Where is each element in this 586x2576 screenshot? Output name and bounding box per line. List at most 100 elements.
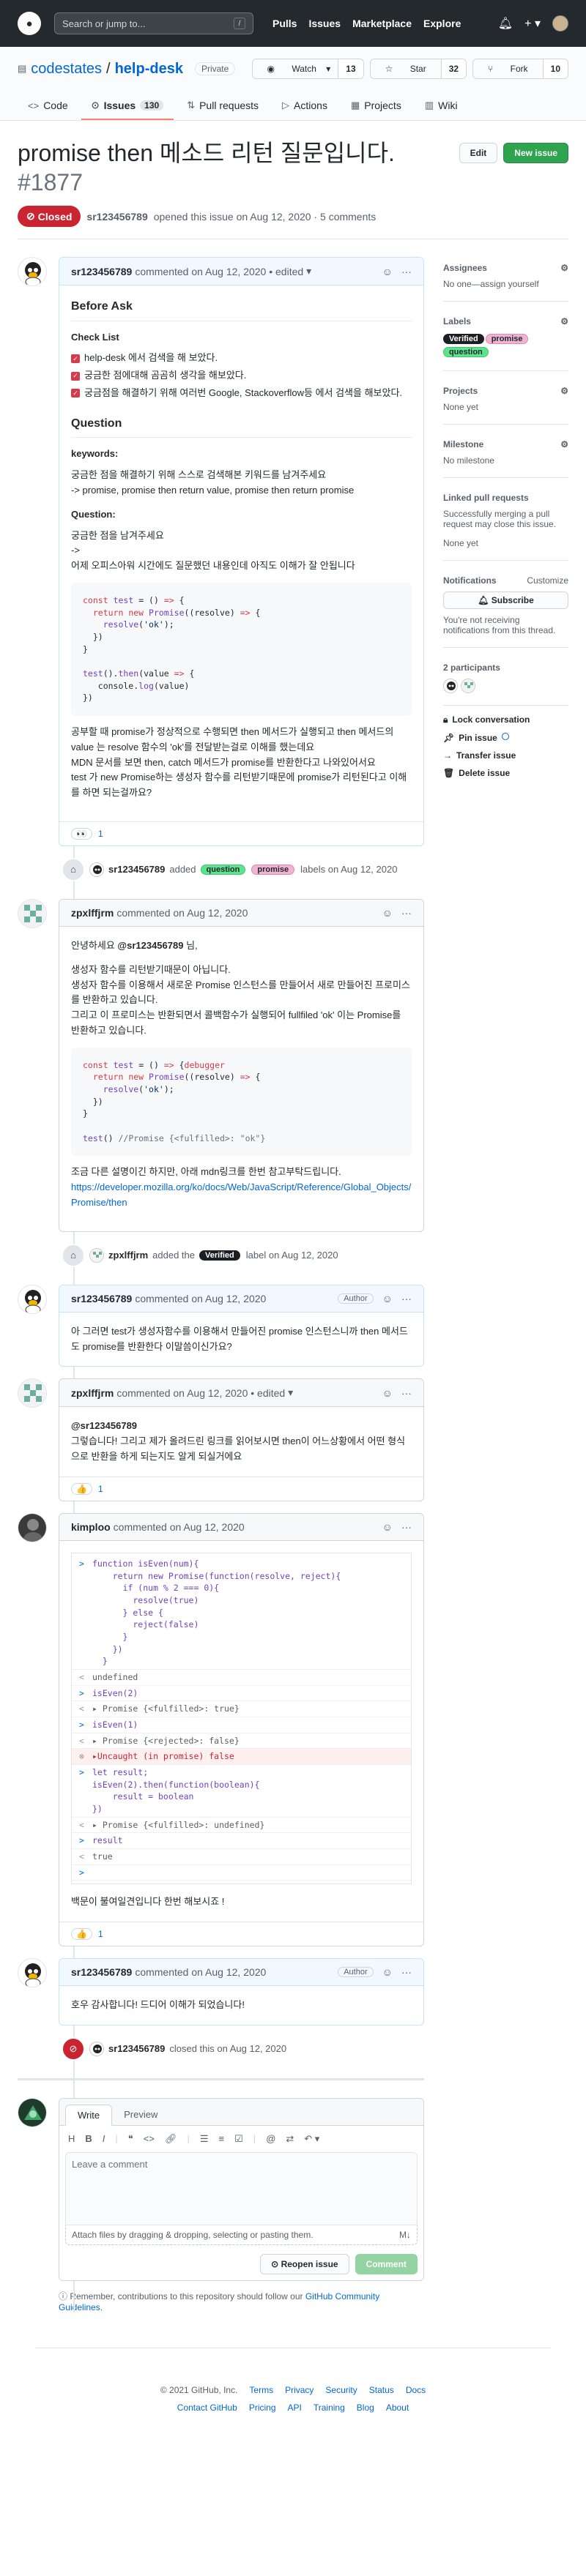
checkbox-checked-icon[interactable]: ✓ (71, 389, 80, 398)
new-issue-button[interactable]: New issue (503, 143, 568, 163)
chevron-down-icon[interactable]: ▾ (288, 1386, 293, 1399)
reference-icon[interactable]: ⇄ (286, 2133, 294, 2145)
watch-button[interactable]: ◉ Watch ▾ 13 (251, 59, 364, 79)
participant-avatar[interactable] (460, 679, 475, 693)
reaction-eyes[interactable]: 👀 (71, 827, 92, 840)
smiley-icon[interactable]: ☺ (382, 1293, 393, 1304)
comment-author[interactable]: kimploo (71, 1521, 111, 1533)
user-avatar[interactable] (552, 15, 568, 31)
avatar[interactable] (89, 862, 104, 877)
quote-icon[interactable]: ❝ (128, 2133, 133, 2145)
kebab-icon[interactable]: ··· (401, 1521, 412, 1533)
repo-owner-link[interactable]: codestates (31, 61, 102, 78)
edit-button[interactable]: Edit (459, 143, 498, 163)
avatar[interactable] (18, 898, 47, 928)
nav-explore[interactable]: Explore (423, 18, 461, 29)
footer-link-about[interactable]: About (386, 2403, 409, 2413)
tab-preview[interactable]: Preview (112, 2105, 169, 2125)
numbered-list-icon[interactable]: ≡ (219, 2133, 225, 2145)
tab-projects[interactable]: ▦ Projects (341, 92, 412, 120)
footer-link-status[interactable]: Status (369, 2385, 394, 2395)
footer-link-api[interactable]: API (288, 2403, 302, 2413)
transfer-issue-link[interactable]: → Transfer issue (443, 750, 568, 761)
tab-actions[interactable]: ▷ Actions (272, 92, 338, 120)
mention-link[interactable]: @sr123456789 (71, 1420, 137, 1431)
kebab-icon[interactable]: ··· (401, 1387, 412, 1399)
tab-code[interactable]: <> Code (18, 92, 78, 120)
label-promise[interactable]: promise (251, 864, 295, 875)
event-actor[interactable]: zpxlffjrm (108, 1250, 148, 1261)
tab-wiki[interactable]: ▥ Wiki (415, 92, 468, 120)
smiley-icon[interactable]: ☺ (382, 1387, 393, 1399)
comment-author[interactable]: zpxlffjrm (71, 1387, 114, 1399)
fork-count[interactable]: 10 (542, 59, 568, 78)
kebab-icon[interactable]: ··· (401, 1293, 412, 1304)
footer-link-training[interactable]: Training (314, 2403, 345, 2413)
gear-icon[interactable]: ⚙ (560, 439, 568, 449)
kebab-icon[interactable]: ··· (401, 1966, 412, 1978)
heading-icon[interactable]: H (68, 2133, 75, 2145)
smiley-icon[interactable]: ☺ (382, 266, 393, 277)
attach-files-area[interactable]: Attach files by dragging & dropping, sel… (65, 2225, 418, 2245)
comment-author[interactable]: sr123456789 (71, 266, 132, 277)
nav-marketplace[interactable]: Marketplace (352, 18, 412, 29)
participant-avatar[interactable] (442, 679, 458, 693)
label-verified[interactable]: Verified (442, 334, 484, 344)
comment-author[interactable]: sr123456789 (71, 1966, 132, 1978)
footer-link-docs[interactable]: Docs (406, 2385, 426, 2395)
search-input[interactable]: Search or jump to... / (54, 12, 253, 34)
label-question[interactable]: question (200, 864, 246, 875)
italic-icon[interactable]: I (103, 2133, 105, 2145)
avatar[interactable] (18, 2097, 47, 2127)
footer-link-pricing[interactable]: Pricing (249, 2403, 276, 2413)
avatar[interactable] (18, 1284, 47, 1314)
bullet-list-icon[interactable]: ☰ (200, 2133, 209, 2145)
comment-author[interactable]: zpxlffjrm (71, 907, 114, 919)
tab-pull-requests[interactable]: ⇅ Pull requests (177, 92, 269, 120)
comment-textarea[interactable]: Leave a comment (65, 2151, 418, 2225)
watch-count[interactable]: 13 (338, 59, 363, 78)
avatar[interactable] (18, 1958, 47, 1988)
mention-icon[interactable]: @ (266, 2133, 275, 2145)
gear-icon[interactable]: ⚙ (560, 316, 568, 326)
fork-button[interactable]: ⑂ Fork 10 (472, 59, 568, 79)
comment-button[interactable]: Comment (355, 2253, 418, 2274)
star-count[interactable]: 32 (440, 59, 467, 78)
smiley-icon[interactable]: ☺ (382, 1521, 393, 1533)
assignees-value[interactable]: No one—assign yourself (443, 279, 568, 289)
nav-pulls[interactable]: Pulls (272, 18, 297, 29)
bold-icon[interactable]: B (85, 2133, 92, 2145)
subscribe-button[interactable]: 🔔︎ Subscribe (442, 591, 568, 609)
avatar[interactable] (18, 1512, 47, 1542)
nav-issues[interactable]: Issues (308, 18, 341, 29)
footer-link-terms[interactable]: Terms (249, 2385, 273, 2395)
avatar[interactable] (18, 257, 47, 286)
avatar[interactable] (89, 2041, 104, 2056)
smiley-icon[interactable]: ☺ (382, 1966, 393, 1978)
footer-link-security[interactable]: Security (325, 2385, 357, 2395)
plus-dropdown-icon[interactable]: + ▾ (524, 16, 541, 31)
checkbox-checked-icon[interactable]: ✓ (71, 371, 80, 381)
kebab-icon[interactable]: ··· (401, 907, 412, 919)
task-list-icon[interactable]: ☑ (234, 2133, 243, 2145)
footer-link-blog[interactable]: Blog (357, 2403, 374, 2413)
gear-icon[interactable]: ⚙ (560, 386, 568, 396)
github-logo-icon[interactable]: ● (18, 12, 41, 35)
link-icon[interactable]: 🔗︎ (165, 2133, 177, 2145)
footer-link-contact[interactable]: Contact GitHub (177, 2403, 237, 2413)
delete-issue-link[interactable]: 🗑︎ Delete issue (443, 768, 568, 778)
mention-link[interactable]: @sr123456789 (117, 940, 183, 951)
kebab-icon[interactable]: ··· (401, 266, 412, 277)
comment-author[interactable]: sr123456789 (71, 1293, 132, 1304)
mdn-link[interactable]: https://developer.mozilla.org/ko/docs/We… (71, 1181, 411, 1208)
code-icon[interactable]: <> (144, 2133, 155, 2145)
reply-icon[interactable]: ↶ ▾ (304, 2133, 319, 2145)
avatar[interactable] (18, 1378, 47, 1408)
reopen-issue-button[interactable]: ⊙ Reopen issue (260, 2253, 349, 2274)
event-actor[interactable]: sr123456789 (108, 864, 165, 875)
label-verified[interactable]: Verified (199, 1250, 240, 1261)
bell-icon[interactable]: 🔔︎ (498, 16, 513, 31)
smiley-icon[interactable]: ☺ (382, 907, 393, 919)
reaction-thumbsup[interactable]: 👍 (71, 1482, 92, 1495)
lock-conversation-link[interactable]: 🔒︎ Lock conversation (443, 714, 568, 725)
